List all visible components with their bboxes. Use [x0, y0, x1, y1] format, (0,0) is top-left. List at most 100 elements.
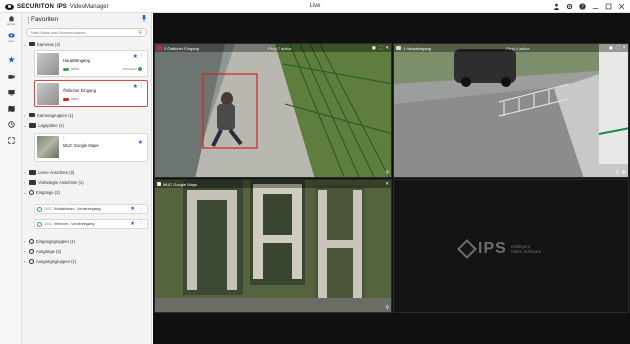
fullscreen-icon[interactable]: ⛶: [379, 45, 382, 51]
entrance-item[interactable]: 1002 Kontaktleser - Vordereingang ★ ⋮: [34, 204, 148, 214]
map-icon: [157, 182, 161, 186]
tree-group-exit-groups[interactable]: › Ausgangsgruppen (1): [22, 257, 152, 265]
close-tile-icon[interactable]: ✕: [385, 45, 389, 51]
sidebar-title: Favoriten: [31, 16, 59, 23]
entrance-number: 1003: [44, 222, 52, 226]
chevron-down-icon[interactable]: ⌄: [22, 123, 27, 128]
minimize-icon[interactable]: [590, 1, 600, 11]
tree-group-camera-groups[interactable]: › Kameragruppen (1): [22, 111, 152, 119]
tree-group-cameras[interactable]: ⌄ Kameras (2): [22, 40, 152, 48]
tree-group-entrance-groups[interactable]: › Eingangsgruppen (1): [22, 237, 152, 245]
history-icon: [7, 120, 15, 128]
more-options-icon[interactable]: ⋮: [139, 83, 144, 89]
camera-status-label: active: [71, 67, 80, 71]
tile-header: MUC Google Maps ✕: [155, 180, 391, 188]
map-name: MUC Google Maps: [63, 143, 99, 148]
close-tile-icon[interactable]: ✕: [622, 45, 626, 51]
chevron-right-icon[interactable]: ›: [22, 180, 27, 185]
tree-group-preset-views[interactable]: › Vorbelegte Ansichten (1): [22, 178, 152, 186]
tile-controls: ▣ ⛶ ✕: [372, 45, 389, 51]
map-card[interactable]: 1 MUC Google Maps ★: [34, 133, 148, 162]
video-tile-east-entrance[interactable]: 2 Östlicher Eingang Prog 7 active ▣ ⛶ ✕ …: [154, 43, 392, 178]
favorite-star-icon[interactable]: ★: [130, 221, 135, 227]
camera-status: active: [63, 67, 79, 71]
pin-icon[interactable]: [141, 15, 147, 24]
tree-group-entrances[interactable]: ⌄ Eingänge (2): [22, 188, 152, 196]
ips-diamond-icon: [457, 239, 477, 259]
snapshot-icon[interactable]: ▣: [609, 45, 613, 51]
ips-logo-name: IPS: [478, 240, 507, 257]
sidebar-header: ⋮ Favoriten: [22, 13, 152, 27]
close-tile-icon[interactable]: ✕: [385, 181, 389, 187]
chevron-right-icon[interactable]: ›: [22, 259, 27, 264]
rail-cameras[interactable]: [0, 69, 22, 83]
tree-group-label: Ausgangsgruppen (1): [36, 258, 77, 264]
camera-status-label: alarm: [71, 97, 79, 101]
search-input[interactable]: [31, 30, 136, 35]
tree-group-maps[interactable]: ⌄ Lagepläne (1): [22, 121, 152, 129]
help-icon[interactable]: ?: [577, 1, 587, 11]
fullscreen-icon[interactable]: ⛶: [616, 45, 619, 51]
tile-overlay-text: Prog 4 active: [506, 45, 530, 51]
entrance-item[interactable]: 1003 Intercom - Vordereingang ★ ⋮: [34, 219, 148, 229]
video-tile-main-entrance[interactable]: 1 Hauptsingang Prog 4 active ▣ ⛶ ✕ ⚲ ✥: [393, 43, 629, 178]
rail-home[interactable]: Home: [0, 13, 22, 27]
more-options-icon[interactable]: ⋮: [139, 221, 144, 227]
favorite-star-icon[interactable]: ★: [133, 83, 138, 90]
entrance-status-icon: [37, 221, 42, 227]
camera-card-selected[interactable]: Östlicher Eingang alarm ★ ⋮: [34, 80, 148, 107]
rail-live[interactable]: Live: [0, 30, 22, 44]
window-controls: ?: [551, 1, 626, 11]
view-icon: [29, 179, 36, 185]
zoom-icon[interactable]: ⚲: [615, 170, 619, 176]
more-options-icon[interactable]: ⋮: [139, 206, 144, 212]
tree-group-label: Kameragruppen (1): [37, 112, 74, 118]
video-tile-empty[interactable]: IPS Intelligent Video Software: [393, 179, 629, 313]
gear-icon[interactable]: [564, 1, 574, 11]
nav-rail: Home Live: [0, 13, 22, 344]
tile-header: 1 Hauptsingang Prog 4 active ▣ ⛶ ✕: [394, 44, 628, 52]
entrance-number: 1002: [44, 207, 52, 211]
search-icon[interactable]: ⚲: [138, 30, 142, 36]
close-icon[interactable]: [616, 1, 626, 11]
map-number: 1: [63, 136, 65, 140]
video-tile-map[interactable]: MUC Google Maps ✕ ⚲: [154, 179, 392, 313]
chevron-right-icon[interactable]: ›: [22, 170, 27, 175]
maximize-icon[interactable]: [603, 1, 613, 11]
favorites-sidebar: ⋮ Favoriten ⚲ ⌄ Kameras (2) Hauptstingan…: [22, 13, 152, 344]
zoom-icon[interactable]: ⚲: [385, 170, 389, 176]
zoom-icon[interactable]: ⚲: [385, 305, 389, 311]
search-field[interactable]: ⚲: [26, 28, 147, 37]
exit-icon: [29, 248, 34, 254]
tree-group-label: Eingänge (2): [36, 189, 60, 195]
camera-status: alarm: [63, 97, 79, 101]
more-options-icon[interactable]: ⋮: [139, 53, 144, 59]
rail-layout[interactable]: [0, 133, 22, 147]
favorite-star-icon[interactable]: ★: [130, 206, 135, 212]
tree-group-exits[interactable]: › Ausgänge (2): [22, 247, 152, 255]
user-icon[interactable]: [551, 1, 561, 11]
view-icon: [29, 169, 36, 175]
chevron-right-icon[interactable]: ›: [22, 249, 27, 254]
favorite-star-icon[interactable]: ★: [138, 139, 143, 146]
tree-group-label: Lagepläne (1): [38, 122, 64, 128]
rail-history[interactable]: [0, 117, 22, 131]
chevron-right-icon[interactable]: ›: [22, 239, 27, 244]
map-icon: [7, 105, 15, 112]
tree-group-label: Eingangsgruppen (1): [36, 238, 76, 244]
favorite-star-icon[interactable]: ★: [133, 53, 138, 60]
chevron-right-icon[interactable]: ›: [22, 113, 27, 118]
tile-header: 2 Östlicher Eingang Prog 7 active ▣ ⛶ ✕: [155, 44, 391, 52]
rail-maps[interactable]: [0, 101, 22, 115]
rail-monitors[interactable]: [0, 85, 22, 99]
chevron-down-icon[interactable]: ⌄: [22, 42, 27, 47]
snapshot-icon[interactable]: ▣: [372, 45, 376, 51]
tree-group-empty-views[interactable]: › Leere Ansichten (2): [22, 168, 152, 176]
ptz-icon[interactable]: ✥: [622, 170, 626, 176]
camera-card[interactable]: Hauptstingang active Primärerot ★ ⋮: [34, 50, 148, 77]
tile-controls: ▣ ⛶ ✕: [609, 45, 626, 51]
layout-icon: [7, 136, 15, 144]
ips-tagline-line2: Video Software: [510, 249, 542, 254]
rail-favorites[interactable]: [0, 52, 22, 66]
chevron-down-icon[interactable]: ⌄: [22, 190, 27, 195]
